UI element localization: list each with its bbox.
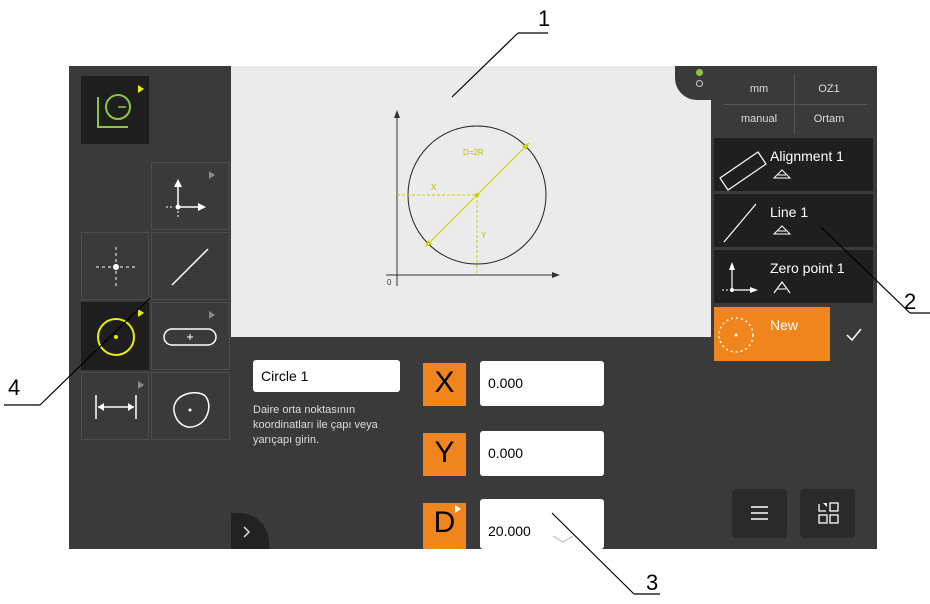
measured-badge-icon	[772, 169, 792, 179]
tool-zero-point[interactable]	[151, 162, 230, 230]
instruction-text: Daire orta noktasının koordinatları ile …	[253, 404, 378, 446]
status-dot-green	[696, 69, 703, 76]
hamburger-menu-icon	[751, 506, 768, 520]
menu-button[interactable]	[732, 489, 787, 538]
layout-button[interactable]	[800, 489, 855, 538]
dotted-circle-icon	[718, 317, 754, 353]
measure-mode-button[interactable]	[81, 76, 149, 144]
freeform-contour-icon	[173, 391, 210, 428]
feature-label: Zero point 1	[770, 260, 845, 276]
new-feature-button[interactable]: New	[714, 307, 830, 361]
device-screen: D=2R X Y 0 Circle 1 Daire orta noktasını…	[69, 66, 877, 549]
submenu-arrow-icon	[138, 381, 144, 389]
circle-construction-diagram	[386, 110, 560, 286]
callout-1: 1	[538, 6, 551, 31]
measured-badge-icon	[772, 225, 792, 235]
coord-system-selector[interactable]: OZ1	[796, 74, 862, 104]
layout-grid-icon	[818, 502, 839, 524]
zero-point-icon	[722, 262, 758, 293]
feature-line[interactable]: Line 1	[714, 194, 873, 248]
submenu-arrow-icon	[209, 311, 215, 319]
tool-line[interactable]	[151, 232, 230, 300]
x-label: X	[431, 183, 437, 192]
unit-selector[interactable]: mm	[726, 74, 792, 104]
feature-zero-point[interactable]: Zero point 1	[714, 250, 873, 304]
diameter-dropdown-arrow	[455, 505, 461, 513]
callout-2: 2	[904, 289, 917, 314]
feature-panel: mm OZ1 manual Ortam Alignment 1 Line 1 Z…	[714, 66, 877, 549]
average-selector[interactable]: Ortam	[796, 104, 862, 134]
tool-distance[interactable]	[81, 372, 149, 440]
tool-circle[interactable]	[81, 302, 149, 370]
submenu-arrow-icon	[138, 309, 144, 317]
submenu-arrow-icon	[209, 171, 215, 179]
constructed-badge-icon	[773, 280, 791, 294]
point-icon	[96, 247, 136, 287]
new-feature-label: New	[770, 317, 799, 333]
tool-freeform[interactable]	[151, 372, 230, 440]
measure-circle-mode-icon	[97, 85, 144, 128]
y-value-input[interactable]: 0.000	[480, 431, 604, 476]
callout-3: 3	[646, 570, 659, 595]
diameter-value-input[interactable]: 20.000	[480, 499, 604, 549]
x-axis-button[interactable]: X	[423, 363, 466, 406]
callout-4: 4	[8, 375, 21, 400]
status-dot-empty	[696, 80, 703, 87]
origin-label: 0	[387, 278, 392, 287]
checkmark-icon	[846, 328, 862, 342]
preview-area: D=2R X Y 0	[231, 66, 711, 337]
alignment-icon	[719, 151, 767, 191]
zero-point-icon	[166, 179, 206, 219]
expand-panel-tab[interactable]	[231, 513, 269, 549]
header-divider-h	[724, 104, 867, 105]
chevron-right-icon	[243, 526, 251, 538]
feature-name-input[interactable]: Circle 1	[253, 360, 400, 392]
feature-alignment[interactable]: Alignment 1	[714, 138, 873, 192]
slot-icon	[163, 328, 217, 346]
feature-label: Alignment 1	[770, 148, 844, 164]
input-panel: Circle 1 Daire orta noktasının koordinat…	[231, 337, 711, 549]
x-value-input[interactable]: 0.000	[480, 361, 604, 406]
tool-palette	[69, 66, 231, 549]
line-icon	[723, 203, 757, 243]
tool-point[interactable]	[81, 232, 149, 300]
y-label: Y	[481, 231, 487, 240]
y-axis-button[interactable]: Y	[423, 433, 466, 476]
diameter-label: D=2R	[463, 148, 484, 157]
line-icon	[171, 248, 209, 286]
tool-slot[interactable]	[151, 302, 230, 370]
mode-selector[interactable]: manual	[726, 104, 792, 134]
scroll-down-chevron-icon[interactable]	[551, 533, 575, 545]
confirm-button[interactable]	[832, 307, 877, 361]
feature-label: Line 1	[770, 204, 809, 220]
